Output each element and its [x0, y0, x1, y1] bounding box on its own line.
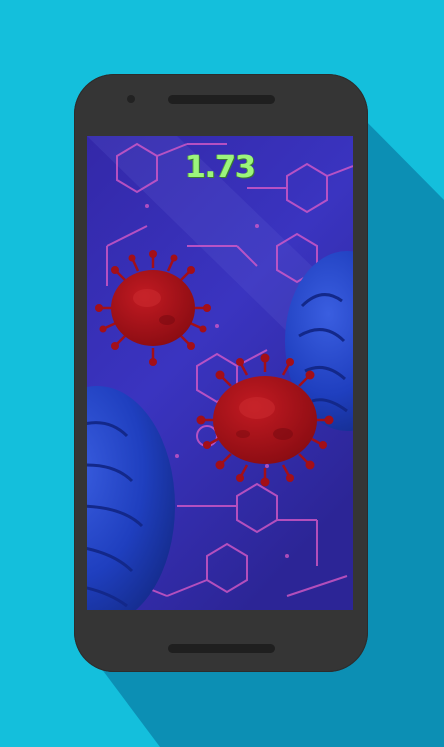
phone-frame: 1.73 [74, 74, 368, 672]
front-camera-icon [127, 95, 135, 103]
bottom-speaker [168, 644, 275, 653]
game-screen[interactable]: 1.73 [87, 136, 353, 610]
coronavirus-icon [95, 250, 211, 366]
score-display: 1.73 [184, 150, 256, 185]
game-scene [87, 136, 353, 610]
earpiece-speaker [168, 95, 275, 104]
